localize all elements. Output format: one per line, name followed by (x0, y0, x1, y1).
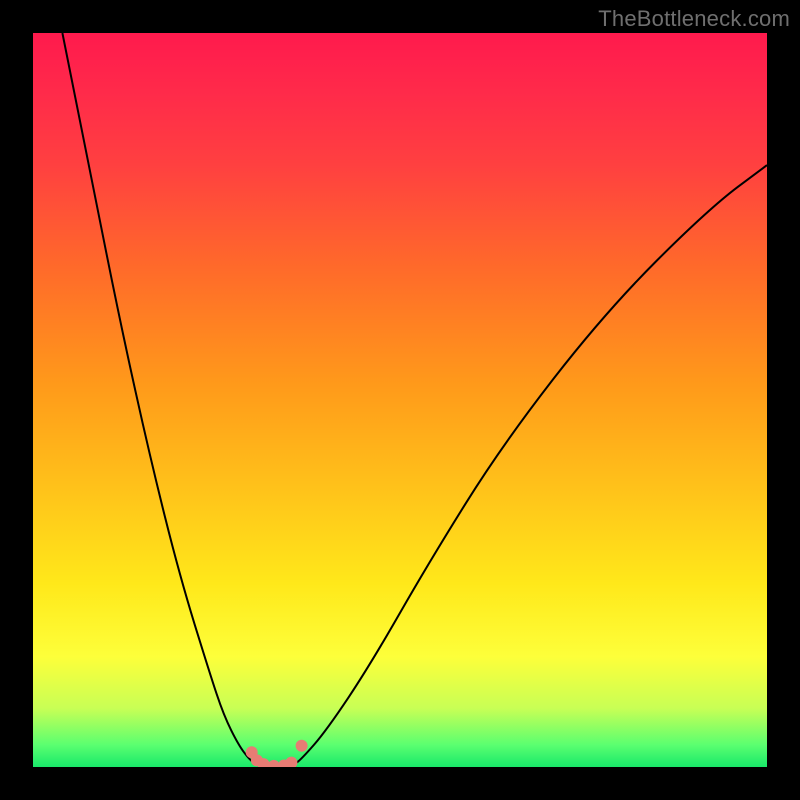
curve-dot (268, 760, 280, 767)
curve-dot (285, 757, 297, 767)
curve-svg (33, 33, 767, 767)
curve-dot (296, 740, 308, 752)
watermark-text: TheBottleneck.com (598, 6, 790, 32)
bottleneck-curve (62, 33, 767, 767)
curve-dots-group (246, 740, 308, 767)
chart-frame: TheBottleneck.com (0, 0, 800, 800)
plot-area (33, 33, 767, 767)
